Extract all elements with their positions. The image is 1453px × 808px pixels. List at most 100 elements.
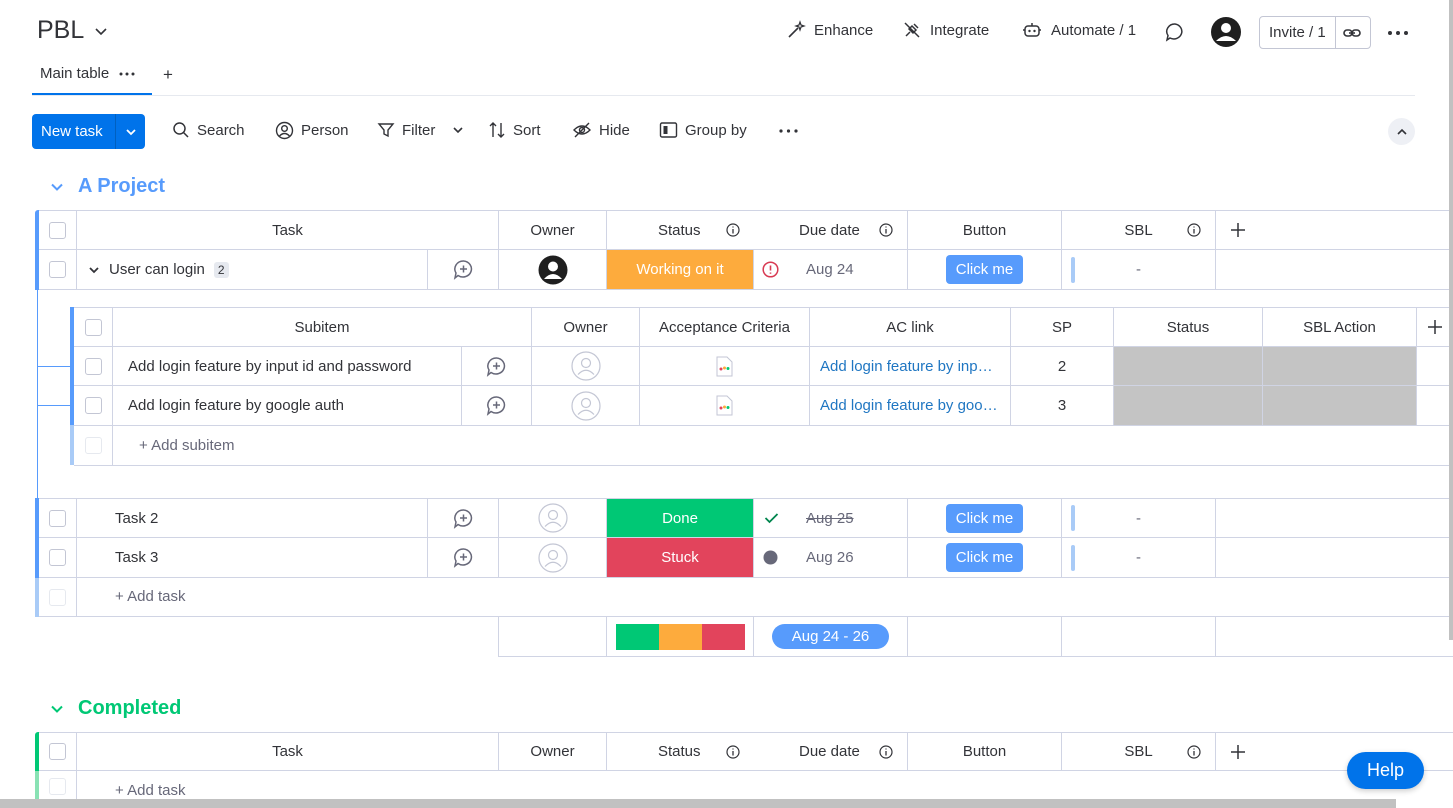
subitem-column-ac-link[interactable]: AC link	[810, 308, 1011, 346]
search-button[interactable]: Search	[172, 121, 245, 139]
owner-cell[interactable]	[499, 499, 607, 537]
subitem-name[interactable]: Add login feature by input id and passwo…	[128, 358, 412, 375]
subitem-owner-cell[interactable]	[532, 347, 640, 385]
select-all-checkbox[interactable]	[49, 743, 66, 760]
comment-icon[interactable]	[1165, 22, 1185, 42]
automate-button[interactable]: Automate / 1	[1021, 20, 1136, 40]
chevron-down-icon[interactable]	[452, 124, 464, 136]
status-cell[interactable]: Done	[607, 499, 754, 537]
sort-button[interactable]: Sort	[488, 121, 541, 139]
subitem-column-acceptance-criteria[interactable]: Acceptance Criteria	[640, 308, 810, 346]
task-name-cell[interactable]: Task 2	[77, 499, 428, 537]
group-by-button[interactable]: Group by	[659, 121, 747, 139]
subitem-status-cell[interactable]	[1114, 347, 1263, 385]
subitem-name[interactable]: Add login feature by google auth	[128, 397, 344, 414]
task-name[interactable]: Task 2	[115, 510, 158, 527]
group-header-completed[interactable]: Completed	[50, 697, 181, 720]
chevron-down-icon[interactable]	[94, 24, 108, 38]
subitem-updates-cell[interactable]	[462, 347, 532, 385]
subitem-add-column-button[interactable]	[1417, 308, 1453, 346]
column-header-due-date[interactable]: Due date	[799, 743, 860, 760]
add-subitem-button[interactable]: + Add subitem	[139, 437, 234, 454]
enhance-button[interactable]: Enhance	[786, 20, 873, 40]
status-cell[interactable]: Stuck	[607, 538, 754, 577]
add-view-button[interactable]: +	[163, 65, 173, 85]
column-header-button[interactable]: Button	[908, 211, 1062, 249]
horizontal-scrollbar[interactable]	[0, 799, 1396, 808]
subitem-row[interactable]: Add login feature by input id and passwo…	[74, 347, 1453, 386]
status-cell[interactable]: Working on it	[607, 250, 754, 289]
tab-main-table[interactable]: Main table	[40, 65, 135, 82]
task-name[interactable]: User can login	[109, 261, 205, 278]
new-task-button[interactable]: New task	[32, 114, 145, 149]
info-icon[interactable]	[726, 223, 740, 237]
column-header-button[interactable]: Button	[908, 733, 1062, 770]
subitem-column-owner[interactable]: Owner	[532, 308, 640, 346]
column-header-owner[interactable]: Owner	[499, 733, 607, 770]
table-row[interactable]: Task 3 Stuck Aug 26 Click me -	[39, 538, 1453, 578]
add-column-button[interactable]	[1216, 211, 1260, 249]
updates-cell[interactable]	[428, 538, 499, 577]
updates-cell[interactable]	[428, 250, 499, 289]
column-header-due-date[interactable]: Due date	[799, 222, 860, 239]
table-row[interactable]: Task 2 Done Aug 25 Click me -	[39, 498, 1453, 538]
subitem-select-all-checkbox[interactable]	[84, 318, 102, 336]
board-title[interactable]: PBL	[37, 16, 84, 45]
chevron-down-icon[interactable]	[88, 264, 100, 276]
add-task-button[interactable]: + Add task	[115, 782, 185, 799]
chevron-down-icon[interactable]	[50, 702, 64, 716]
column-header-owner[interactable]: Owner	[499, 211, 607, 249]
subitem-owner-cell[interactable]	[532, 386, 640, 425]
subitem-column-sbl-action[interactable]: SBL Action	[1263, 308, 1417, 346]
row-checkbox[interactable]	[49, 509, 66, 527]
subitem-column-header[interactable]: Subitem	[113, 308, 532, 346]
sp-cell[interactable]: 3	[1011, 386, 1114, 425]
sbl-cell[interactable]: -	[1062, 538, 1216, 577]
subitem-sbl-action-cell[interactable]	[1263, 347, 1417, 385]
link-icon[interactable]	[1342, 23, 1362, 43]
click-me-button[interactable]: Click me	[946, 543, 1023, 572]
hide-button[interactable]: Hide	[572, 121, 630, 139]
subitem-status-cell[interactable]	[1114, 386, 1263, 425]
column-header-sbl[interactable]: SBL	[1124, 743, 1152, 760]
ac-link[interactable]: Add login feature by google auth	[820, 397, 1000, 414]
owner-cell[interactable]	[499, 538, 607, 577]
info-icon[interactable]	[879, 223, 893, 237]
due-date-cell[interactable]: Aug 26	[754, 538, 908, 577]
due-date-cell[interactable]: Aug 24	[754, 250, 908, 289]
info-icon[interactable]	[879, 744, 893, 759]
subitem-updates-cell[interactable]	[462, 386, 532, 425]
board-title-area[interactable]: PBL	[37, 16, 108, 45]
info-icon[interactable]	[1187, 744, 1201, 759]
subitem-checkbox[interactable]	[84, 357, 102, 375]
doc-file-icon[interactable]	[716, 395, 733, 416]
column-header-task[interactable]: Task	[77, 211, 499, 249]
vertical-scrollbar[interactable]	[1449, 0, 1453, 640]
ac-link[interactable]: Add login feature by input id and passwo…	[820, 358, 1000, 375]
subitem-sbl-action-cell[interactable]	[1263, 386, 1417, 425]
help-button[interactable]: Help	[1347, 752, 1424, 789]
subitem-name-cell[interactable]: Add login feature by input id and passwo…	[113, 347, 462, 385]
chevron-down-icon[interactable]	[50, 180, 64, 194]
integrate-button[interactable]: Integrate	[902, 20, 989, 40]
info-icon[interactable]	[726, 744, 740, 759]
click-me-button[interactable]: Click me	[946, 503, 1023, 533]
summary-status-cell[interactable]	[607, 617, 754, 656]
subitem-name-cell[interactable]: Add login feature by google auth	[113, 386, 462, 425]
sbl-cell[interactable]: -	[1062, 250, 1216, 289]
sp-cell[interactable]: 2	[1011, 347, 1114, 385]
user-avatar-icon[interactable]	[1210, 16, 1242, 48]
subitem-column-sp[interactable]: SP	[1011, 308, 1114, 346]
subitem-checkbox[interactable]	[84, 397, 102, 414]
column-header-sbl[interactable]: SBL	[1124, 222, 1152, 239]
acceptance-criteria-cell[interactable]	[640, 347, 810, 385]
info-icon[interactable]	[1187, 223, 1201, 237]
row-checkbox[interactable]	[49, 549, 66, 566]
due-date-cell[interactable]: Aug 25	[754, 499, 908, 537]
group-title[interactable]: Completed	[78, 697, 181, 720]
new-task-dropdown[interactable]	[116, 126, 145, 138]
click-me-button[interactable]: Click me	[946, 255, 1023, 284]
person-filter-button[interactable]: Person	[275, 121, 349, 140]
column-header-task[interactable]: Task	[77, 733, 499, 770]
group-header-a-project[interactable]: A Project	[50, 175, 165, 198]
